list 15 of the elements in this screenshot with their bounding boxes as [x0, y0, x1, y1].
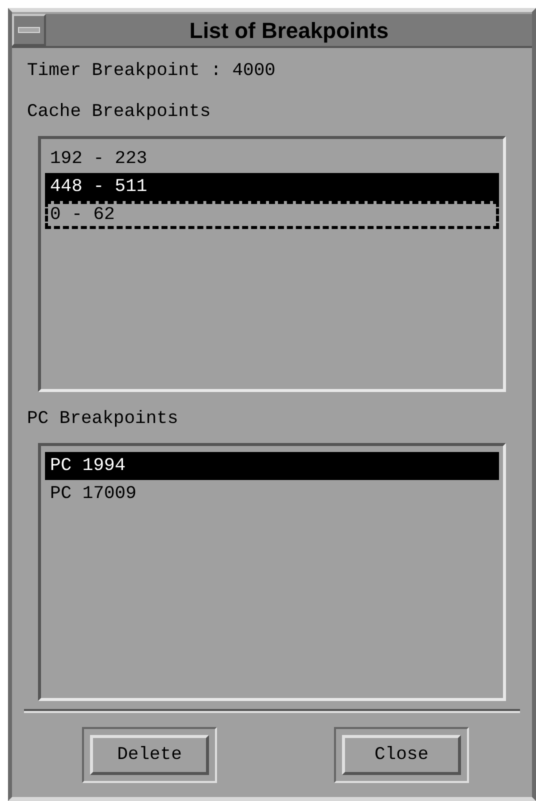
delete-button[interactable]: Delete [90, 735, 209, 775]
pc-breakpoints-label: PC Breakpoints [27, 408, 178, 431]
list-box[interactable]: PC 1994 PC 17009 [38, 443, 506, 701]
list-item[interactable]: 0 - 62 [45, 201, 499, 229]
window-menu-button[interactable] [12, 14, 46, 46]
list-item[interactable]: PC 17009 [45, 480, 499, 508]
close-button[interactable]: Close [342, 735, 461, 775]
timer-breakpoint-label: Timer Breakpoint : 4000 [27, 60, 276, 83]
list-item[interactable]: PC 1994 [45, 452, 499, 480]
minus-icon [18, 27, 40, 33]
list-item[interactable]: 192 - 223 [45, 145, 499, 173]
list-item[interactable]: 448 - 511 [45, 173, 499, 201]
window-title: List of Breakpoints [189, 16, 389, 45]
list-box[interactable]: 192 - 223 448 - 511 0 - 62 [38, 136, 506, 392]
cache-breakpoints-label: Cache Breakpoints [27, 101, 211, 124]
